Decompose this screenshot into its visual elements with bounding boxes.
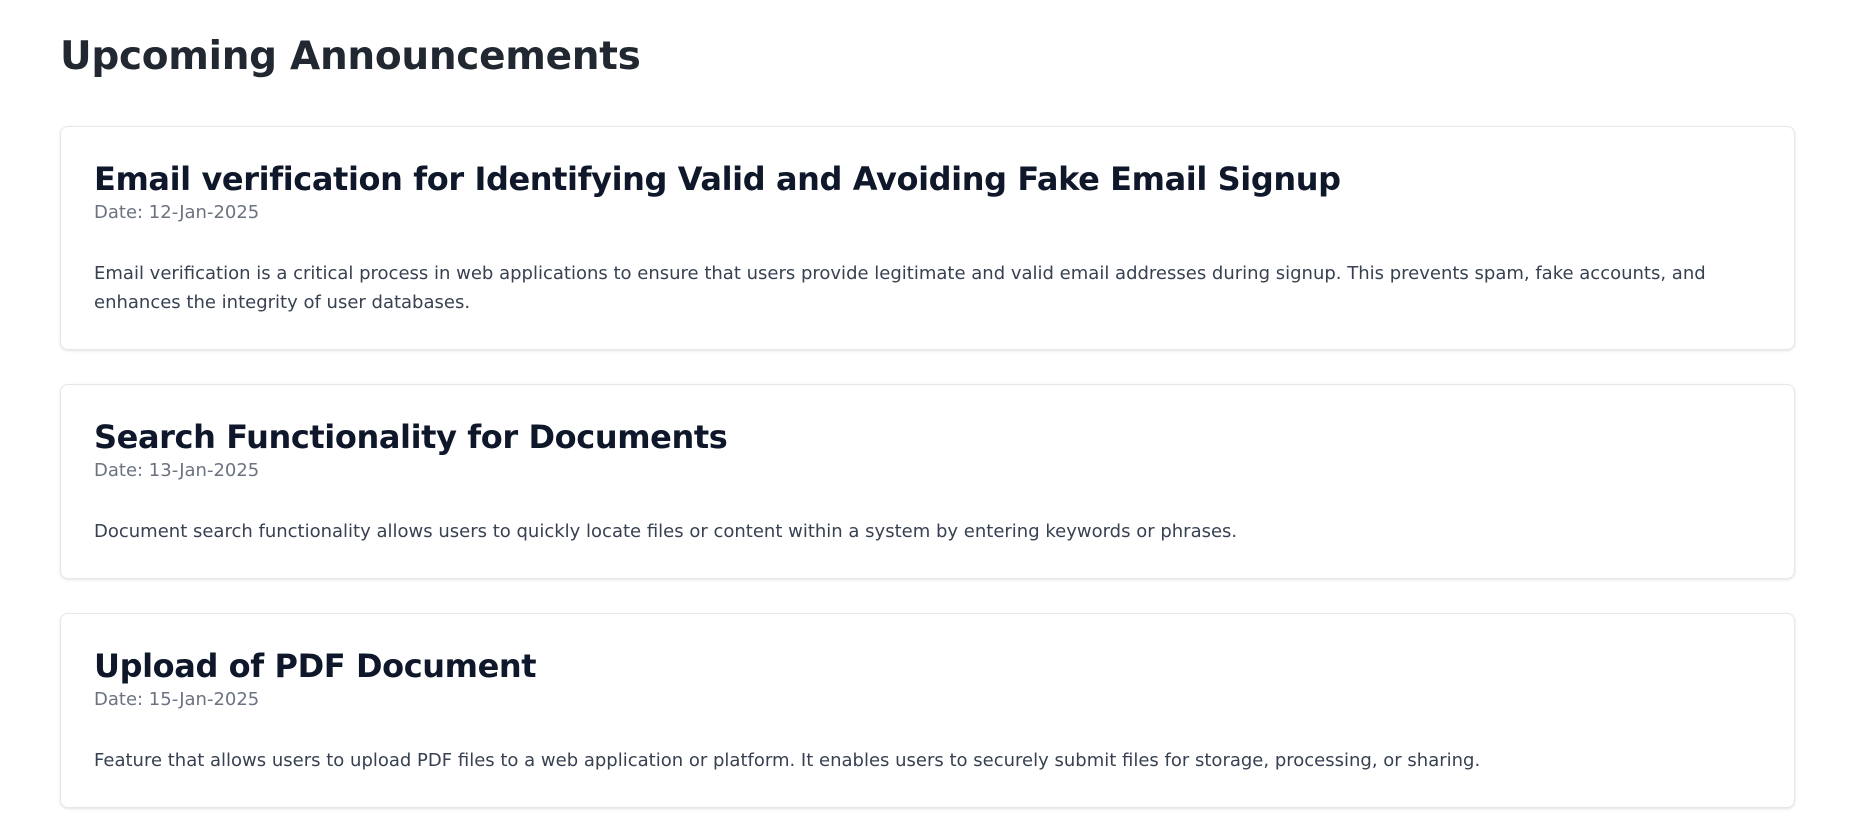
- announcement-title: Email verification for Identifying Valid…: [94, 160, 1341, 198]
- announcement-list: Email verification for Identifying Valid…: [60, 126, 1795, 808]
- announcement-title: Search Functionality for Documents: [94, 418, 728, 456]
- announcement-date: Date: 12-Jan-2025: [94, 202, 260, 223]
- announcement-date: Date: 15-Jan-2025: [94, 689, 260, 710]
- announcement-card: Email verification for Identifying Valid…: [60, 126, 1795, 350]
- announcement-card: Search Functionality for Documents Date:…: [60, 384, 1795, 579]
- announcement-description: Email verification is a critical process…: [94, 263, 1706, 313]
- page-title: Upcoming Announcements: [60, 34, 641, 79]
- announcement-date: Date: 13-Jan-2025: [94, 460, 260, 481]
- announcement-description: Document search functionality allows use…: [94, 521, 1238, 542]
- announcements-page: Upcoming Announcements Email verificatio…: [0, 0, 1855, 808]
- announcement-title: Upload of PDF Document: [94, 647, 537, 685]
- announcement-card: Upload of PDF Document Date: 15-Jan-2025…: [60, 613, 1795, 808]
- announcement-description: Feature that allows users to upload PDF …: [94, 750, 1481, 771]
